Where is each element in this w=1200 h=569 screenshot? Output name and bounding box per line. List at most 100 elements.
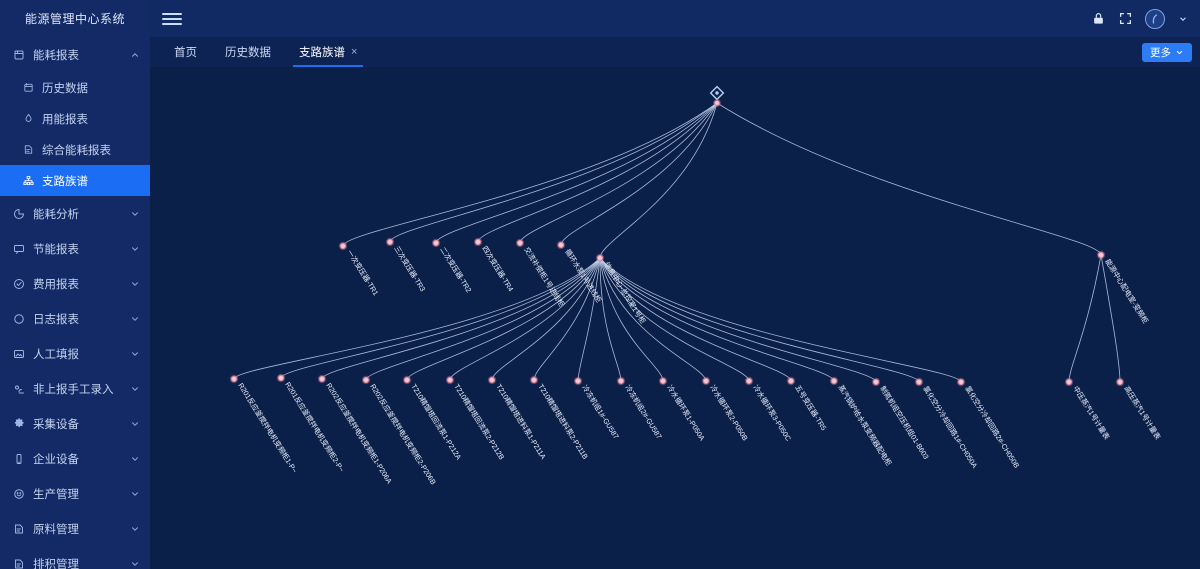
graph-node[interactable]: 四次变压器-TR4 xyxy=(473,237,516,293)
graph-canvas[interactable]: 一次变压器-TR1 三次变压器-TR3 二次变压器-TR2 四次变压器-TR4 交流补偿… xyxy=(150,67,1200,569)
graph-node-dot[interactable] xyxy=(1116,378,1124,386)
graph-node-dot[interactable] xyxy=(957,378,965,386)
graph-node-label: 冷水循环泵3-P050C xyxy=(751,383,793,442)
graph-root-node[interactable] xyxy=(709,85,725,107)
lock-icon[interactable] xyxy=(1091,12,1105,26)
graph-node-dot[interactable] xyxy=(530,376,538,384)
graph-node-dot[interactable] xyxy=(617,377,625,385)
graph-node-dot[interactable] xyxy=(659,377,667,385)
graph-node-dot[interactable] xyxy=(446,376,454,384)
sidebar-item-8[interactable]: 企业设备 xyxy=(0,441,150,476)
device-icon xyxy=(12,452,26,466)
graph-node[interactable]: 五号变压器-TR5 xyxy=(786,376,829,432)
chevron-down-icon[interactable] xyxy=(130,419,140,429)
graph-node-dot[interactable] xyxy=(787,377,795,385)
sidebar-item-label: 费用报表 xyxy=(33,278,79,291)
graph-node-dot[interactable] xyxy=(1065,378,1073,386)
chevron-down-icon[interactable] xyxy=(130,314,140,324)
graph-node-dot[interactable] xyxy=(230,375,238,383)
fullscreen-icon[interactable] xyxy=(1118,12,1132,26)
graph-node-dot[interactable] xyxy=(915,378,923,386)
graph-node-dot[interactable] xyxy=(474,238,482,246)
graph-node-dot[interactable] xyxy=(339,242,347,250)
graph-node[interactable]: 能源中心配电室-变频柜 xyxy=(1096,250,1150,325)
more-button[interactable]: 更多 xyxy=(1142,43,1192,62)
graph-node-dot[interactable] xyxy=(830,377,838,385)
graph-node-dot[interactable] xyxy=(403,376,411,384)
graph-node-dot[interactable] xyxy=(1097,251,1105,259)
tab-2[interactable]: 支路族谱 × xyxy=(285,37,371,67)
chevron-down-icon[interactable] xyxy=(1178,14,1188,24)
graph-node-dot[interactable] xyxy=(714,100,720,106)
graph-node-dot[interactable] xyxy=(362,376,370,384)
graph-node-dot[interactable] xyxy=(596,254,604,262)
sidebar-item-6[interactable]: 非上报手工录入 xyxy=(0,371,150,406)
graph-node-dot[interactable] xyxy=(702,377,710,385)
branch-genealogy-tree[interactable]: 一次变压器-TR1 三次变压器-TR3 二次变压器-TR2 四次变压器-TR4 交流补偿… xyxy=(150,67,1200,569)
graph-node[interactable]: 三次变压器-TR3 xyxy=(385,237,428,293)
graph-edge xyxy=(1068,254,1102,383)
chevron-down-icon[interactable] xyxy=(130,384,140,394)
sidebar-item-11[interactable]: 排积管理 xyxy=(0,546,150,569)
graph-node[interactable]: 交流补偿柜1号进线柜 xyxy=(515,238,567,309)
graph-node-dot[interactable] xyxy=(516,239,524,247)
chevron-down-icon[interactable] xyxy=(130,209,140,219)
sidebar-item-4[interactable]: 日志报表 xyxy=(0,301,150,336)
graph-node[interactable]: 循环水泵1号进线柜 xyxy=(556,240,604,304)
chevron-down-icon[interactable] xyxy=(130,559,140,569)
graph-node[interactable]: 冷水循环泵3-P050C xyxy=(744,376,793,443)
sidebar-item-9[interactable]: 生产管理 xyxy=(0,476,150,511)
graph-node[interactable]: 冷水循环泵1-P050A xyxy=(658,376,707,443)
chevron-down-icon[interactable] xyxy=(130,489,140,499)
graph-node[interactable]: 冷冻机组1#-GU587 xyxy=(573,376,621,441)
chevron-down-icon[interactable] xyxy=(130,454,140,464)
hamburger-icon[interactable] xyxy=(162,11,182,27)
graph-node-dot[interactable] xyxy=(557,241,565,249)
graph-node[interactable]: R202反应釜搅拌电机变频柜2-P206B xyxy=(361,375,438,487)
graph-node[interactable] xyxy=(713,99,721,107)
graph-node-dot[interactable] xyxy=(488,376,496,384)
graph-node[interactable]: 中压蒸汽1号计量表 xyxy=(1064,377,1112,441)
sidebar-item-1[interactable]: 能耗分析 xyxy=(0,196,150,231)
sidebar-item-10[interactable]: 原料管理 xyxy=(0,511,150,546)
avatar[interactable] xyxy=(1145,8,1165,29)
sidebar-item-label: 日志报表 xyxy=(33,313,79,326)
chevron-down-icon[interactable] xyxy=(130,279,140,289)
tab-close-icon[interactable]: × xyxy=(351,46,357,58)
graph-edge xyxy=(365,257,601,381)
chart-icon xyxy=(12,207,26,221)
graph-node[interactable]: 二次变压器-TR2 xyxy=(431,238,474,294)
chevron-down-icon[interactable] xyxy=(130,244,140,254)
sidebar-item-2[interactable]: 节能报表 xyxy=(0,231,150,266)
graph-node-dot[interactable] xyxy=(318,375,326,383)
chevron-down-icon[interactable] xyxy=(130,524,140,534)
graph-node-label: 中压蒸汽1号计量表 xyxy=(1071,384,1111,441)
tab-1[interactable]: 历史数据 xyxy=(211,37,285,67)
graph-node-dot[interactable] xyxy=(745,377,753,385)
graph-node[interactable]: 高压蒸汽1号计量表 xyxy=(1115,377,1163,441)
sidebar-item-label: 能耗报表 xyxy=(33,49,79,62)
graph-node-dot[interactable] xyxy=(872,378,880,386)
graph-node-dot[interactable] xyxy=(277,374,285,382)
sidebar-item-0[interactable]: 能耗报表 xyxy=(0,37,150,72)
graph-node-dot[interactable] xyxy=(574,377,582,385)
graph-node[interactable]: 冷水循环泵2-P050B xyxy=(701,376,750,443)
sidebar-item-7[interactable]: 采集设备 xyxy=(0,406,150,441)
tab-0[interactable]: 首页 xyxy=(160,37,211,67)
sidebar-item-3[interactable]: 费用报表 xyxy=(0,266,150,301)
sidebar-subitem-0-3[interactable]: 支路族谱 xyxy=(0,165,150,196)
graph-node[interactable]: 一次变压器-TR1 xyxy=(338,241,381,297)
topbar-icons xyxy=(1091,8,1188,29)
sidebar-subitem-0-0[interactable]: 历史数据 xyxy=(0,72,150,103)
sidebar-subitem-0-2[interactable]: 综合能耗报表 xyxy=(0,134,150,165)
chevron-down-icon[interactable] xyxy=(130,349,140,359)
graph-node-dot[interactable] xyxy=(386,238,394,246)
chevron-up-icon[interactable] xyxy=(130,50,140,60)
sidebar-item-label: 非上报手工录入 xyxy=(33,383,114,396)
sidebar-subitem-0-1[interactable]: 用能报表 xyxy=(0,103,150,134)
graph-node[interactable]: 冷冻机组2#-GU587 xyxy=(616,376,664,441)
graph-node-dot[interactable] xyxy=(432,239,440,247)
sidebar-item-5[interactable]: 人工填报 xyxy=(0,336,150,371)
brand-title: 能源管理中心系统 xyxy=(24,12,125,26)
tab-bar: 首页 历史数据 支路族谱 × 更多 xyxy=(150,37,1200,67)
